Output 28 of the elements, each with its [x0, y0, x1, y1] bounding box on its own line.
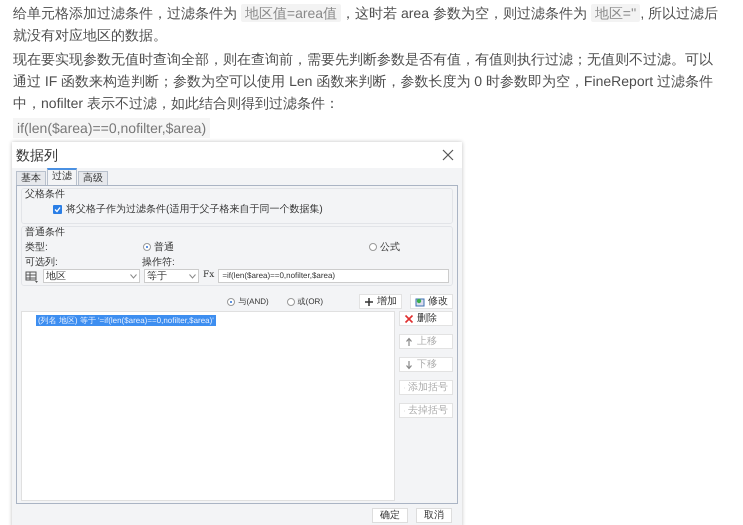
paragraph: 给单元格添加过滤条件，过滤条件为 地区值=area值 ，这时若 area 参数为空，则过滤条件为 地区='' , 所以过滤后就没有对应地区的数据。	[13, 3, 720, 45]
radio-label: 与(AND)	[238, 296, 269, 308]
paragraph: 现在要实现参数无值时查询全部，则在查询前，需要先判断参数是否有值，有值则执行过滤；无值则不过滤。可以通过 IF 函数来构造判断；参数为空可以使用 Len 函数来判断，参数长度为 0 时参数即为空，FineReport 过滤条件中，nofilter 表示不过滤，如此结合则得到过滤条件：	[13, 50, 714, 113]
group-title: 父格条件	[25, 189, 66, 201]
radio-label: 或(OR)	[298, 296, 323, 308]
operator-select[interactable]: 等于	[144, 269, 199, 283]
code-block: if(len($area)==0,nofilter,$area)	[13, 118, 210, 138]
button[interactable]: 取消	[416, 508, 452, 523]
group-title: 普通条件	[25, 227, 66, 239]
tab[interactable]: 高级	[78, 171, 108, 185]
tab[interactable]: 基本	[16, 171, 46, 185]
button[interactable]: 增加	[359, 294, 402, 309]
formula-button[interactable]: Fx	[203, 269, 214, 283]
radio-label: 普通	[154, 240, 174, 254]
button[interactable]: 修改	[410, 294, 453, 309]
select-value: 地区	[46, 270, 66, 284]
radio-label: 公式	[380, 240, 400, 254]
field-label: 可选列:	[25, 256, 59, 269]
field-label: 操作符:	[142, 256, 175, 269]
checkbox-label: 将父格子作为过滤条件(适用于父子格来自于同一个数据集)	[66, 202, 323, 217]
formula-field[interactable]: =if(len($area)==0,nofilter,$area)	[218, 269, 449, 283]
column-select[interactable]: 地区	[43, 269, 140, 283]
button[interactable]: 删除	[399, 311, 453, 326]
field-label: 类型:	[25, 240, 48, 254]
window-title: 数据列	[16, 146, 58, 164]
select-value: 等于	[147, 270, 167, 284]
tab[interactable]: 过滤	[47, 168, 77, 185]
button[interactable]: 确定	[372, 508, 408, 523]
